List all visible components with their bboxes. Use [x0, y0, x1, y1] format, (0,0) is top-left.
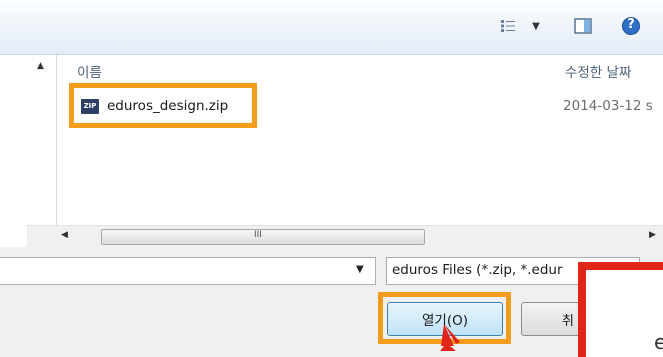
horizontal-scrollbar[interactable]: ◀ III ▶ [27, 225, 663, 247]
cancel-label: 취 [562, 314, 574, 329]
scroll-up-arrow[interactable]: ▲ [37, 61, 44, 71]
view-list-icon[interactable] [496, 14, 520, 38]
toolbar: ▼ ? [0, 0, 663, 55]
navigation-scrollbar[interactable]: ▲ ▼ [27, 55, 55, 247]
file-type-value: eduros Files (*.zip, *.edur [392, 262, 563, 278]
column-header-name[interactable]: 이름 [77, 61, 102, 81]
overlay-text: e [654, 330, 663, 354]
scroll-left-arrow[interactable]: ◀ [61, 230, 68, 240]
file-modified-date: 2014-03-12 s [563, 98, 653, 114]
annotation-arrow-icon [440, 324, 460, 351]
scroll-grip: III [254, 230, 262, 240]
scroll-thumb[interactable]: III [101, 229, 425, 245]
column-header-modified[interactable]: 수정한 날짜 [565, 61, 631, 81]
help-icon[interactable]: ? [619, 14, 643, 38]
annotation-overlay: e [578, 262, 663, 357]
scroll-right-arrow[interactable]: ▶ [649, 230, 656, 240]
help-glyph: ? [627, 17, 635, 32]
chevron-down-icon[interactable]: ▼ [528, 14, 544, 38]
filename-input[interactable]: ▼ [0, 257, 376, 285]
preview-pane-icon[interactable] [570, 14, 596, 38]
file-list[interactable]: 이름 수정한 날짜 ZIP eduros_design.zip 2014-03-… [57, 55, 663, 225]
filename-dropdown-icon[interactable]: ▼ [356, 264, 364, 275]
highlight-file-box [69, 83, 257, 128]
